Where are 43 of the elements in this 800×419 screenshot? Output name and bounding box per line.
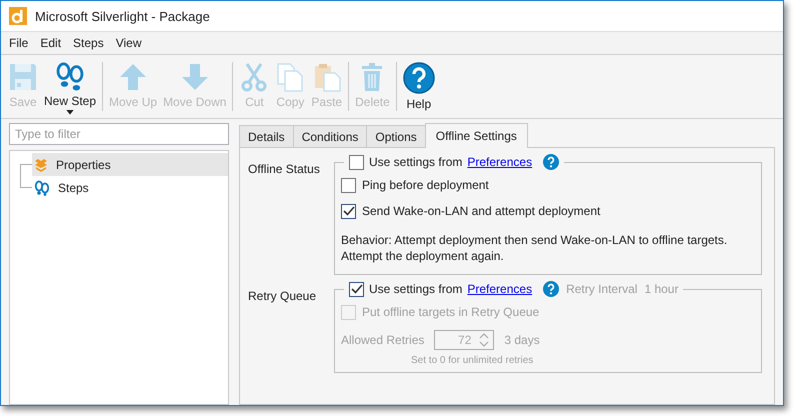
tab[interactable]: Options (366, 125, 426, 147)
checkbox-label: Use settings from (369, 155, 462, 169)
menu-item[interactable]: File (9, 36, 28, 50)
filter-field[interactable]: Type to filter (9, 123, 229, 145)
tab[interactable]: Details (239, 125, 294, 147)
checkbox-label: Ping before deployment (362, 178, 489, 192)
section-label: Offline Status (248, 161, 321, 176)
preferences-link[interactable]: Preferences (467, 155, 532, 169)
checkbox-label: Put offline targets in Retry Queue (362, 305, 540, 319)
app-logo-icon (9, 7, 27, 25)
checkbox-label: Send Wake-on-LAN and attempt deployment (362, 204, 600, 218)
toolbar-button[interactable]: Help (400, 58, 438, 115)
help-icon (402, 62, 435, 94)
footprints-icon (54, 62, 86, 92)
spinner-arrows-icon (479, 332, 490, 348)
up-arrow-icon (118, 62, 148, 92)
tree-connector-line (20, 176, 32, 188)
menu-item[interactable]: View (116, 36, 142, 50)
hint-text: Set to 0 for unlimited retries (410, 355, 534, 366)
copy-icon (275, 62, 306, 92)
checkbox[interactable] (341, 178, 356, 192)
retry-interval-label: Retry Interval (566, 282, 638, 296)
menu-item[interactable]: Steps (73, 36, 104, 50)
allowed-retries-label: Allowed Retries (341, 333, 424, 347)
window-title: Microsoft Silverlight - Package (35, 8, 210, 24)
menu-item[interactable]: Edit (40, 36, 62, 50)
toolbar-button[interactable]: New Step (41, 58, 100, 115)
checkbox[interactable] (341, 204, 356, 218)
tree-item[interactable]: Properties (32, 153, 228, 176)
retries-duration: 3 days (504, 333, 540, 347)
retry-interval-value: 1 hour (644, 282, 678, 296)
tree-item[interactable]: Steps (32, 176, 228, 199)
checkbox[interactable] (349, 154, 364, 170)
behavior-description: Behavior: Attempt deployment then send Wake-on-LAN to offline targets. Attempt the deployment again. (341, 232, 728, 264)
checkbox-label: Use settings from (369, 282, 462, 296)
footprints-icon (34, 180, 50, 196)
tab[interactable]: Conditions (292, 125, 368, 147)
help-icon[interactable] (543, 154, 560, 170)
scissors-icon (239, 62, 270, 92)
down-arrow-icon (180, 62, 210, 92)
section-label: Retry Queue (248, 288, 318, 303)
help-icon[interactable] (543, 281, 560, 297)
tab[interactable]: Offline Settings (424, 123, 528, 148)
